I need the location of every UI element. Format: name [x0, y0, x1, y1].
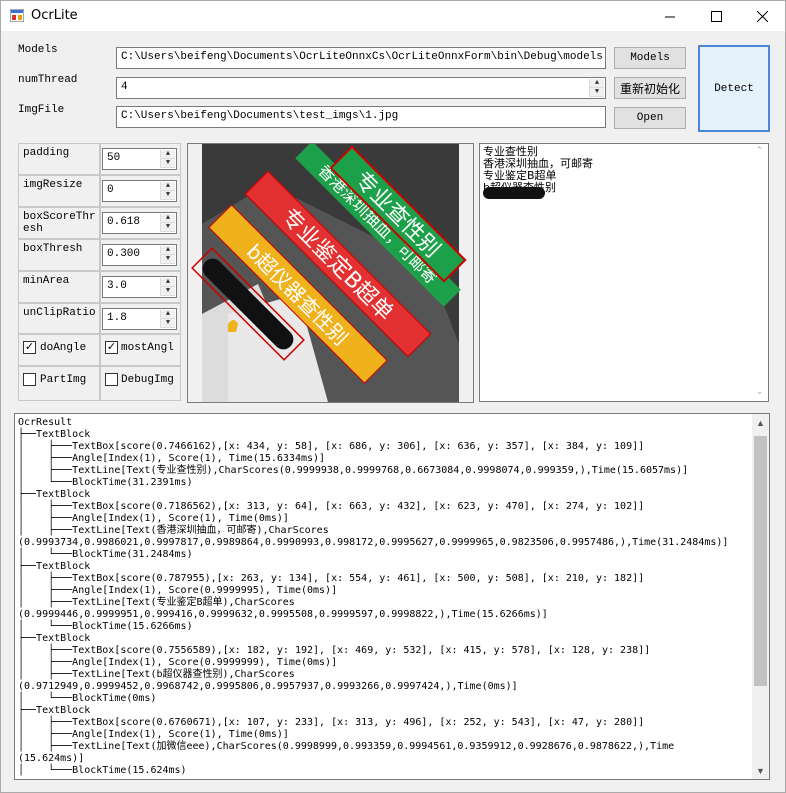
detect-button[interactable]: Detect — [698, 45, 770, 132]
minimize-icon — [664, 16, 675, 17]
param-value: 50 — [107, 152, 121, 164]
recognized-text-box[interactable]: 专业查性别 香港深圳抽血，可邮寄 专业鉴定B超单 b超仪器查性别 ⌃ ⌄ — [479, 143, 769, 402]
param-value: 0.618 — [107, 216, 141, 228]
param-spinner[interactable]: ▲ ▼ — [160, 310, 175, 328]
param-spinner[interactable]: ▲ ▼ — [160, 182, 175, 200]
check-icon: ✓ — [106, 341, 117, 353]
param-value: 0.300 — [107, 248, 141, 260]
numthread-spinner[interactable]: ▲ ▼ — [589, 79, 604, 97]
param-spinner[interactable]: ▲ ▼ — [160, 246, 175, 264]
spin-up-icon[interactable]: ▲ — [161, 214, 175, 223]
redaction-mark — [483, 187, 545, 199]
result-scrollbar[interactable]: ⌃ ⌄ — [752, 145, 767, 401]
spin-up-icon[interactable]: ▲ — [590, 79, 604, 88]
maximize-button[interactable] — [693, 1, 739, 31]
ocr-preview-image: 香港深圳抽血，可邮寄 专业查性别 专业鉴定B超单 b超仪器查性别 — [188, 141, 473, 402]
maximize-icon — [710, 10, 722, 22]
minimize-button[interactable] — [647, 1, 693, 31]
param-label: unClipRatio — [23, 307, 96, 319]
spin-up-icon[interactable]: ▲ — [161, 150, 175, 159]
spin-down-icon[interactable]: ▼ — [161, 223, 175, 232]
spin-up-icon[interactable]: ▲ — [161, 246, 175, 255]
scroll-down-icon[interactable]: ⌄ — [752, 386, 767, 401]
numthread-label: numThread — [18, 74, 78, 86]
doangle-label: doAngle — [40, 342, 87, 354]
scroll-up-icon[interactable]: ⌃ — [752, 145, 767, 160]
scroll-up-icon[interactable]: ▲ — [752, 414, 769, 431]
ocr-result-tree[interactable]: OcrResult ├──TextBlock │ ├───TextBox[sco… — [14, 413, 770, 780]
mostangle-checkbox[interactable]: ✓ — [105, 341, 118, 354]
param-label: padding — [23, 147, 70, 159]
param-value: 3.0 — [107, 280, 127, 292]
models-button[interactable]: Models — [614, 47, 686, 69]
spin-down-icon[interactable]: ▼ — [161, 287, 175, 296]
imgfile-path-field[interactable]: C:\Users\beifeng\Documents\test_imgs\1.j… — [116, 106, 606, 128]
mostangle-label: mostAngl — [121, 342, 174, 354]
reinit-button[interactable]: 重新初始化 — [614, 77, 686, 99]
debugimg-label: DebugImg — [121, 374, 174, 386]
partimg-label: PartImg — [40, 374, 87, 386]
doangle-checkbox[interactable]: ✓ — [23, 341, 36, 354]
spin-down-icon[interactable]: ▼ — [161, 319, 175, 328]
param-label: boxThresh — [23, 243, 83, 255]
window-title: OcrLite — [31, 8, 78, 23]
param-value: 1.8 — [107, 312, 127, 324]
spin-up-icon[interactable]: ▲ — [161, 310, 175, 319]
param-numeric-input[interactable]: 0.300 ▲ ▼ — [102, 244, 177, 266]
numthread-field[interactable]: 4 ▲ ▼ — [116, 77, 606, 99]
param-numeric-input[interactable]: 0.618 ▲ ▼ — [102, 212, 177, 234]
scroll-thumb[interactable] — [754, 436, 767, 686]
param-numeric-input[interactable]: 0 ▲ ▼ — [102, 180, 177, 202]
param-numeric-input[interactable]: 1.8 ▲ ▼ — [102, 308, 177, 330]
param-numeric-input[interactable]: 3.0 ▲ ▼ — [102, 276, 177, 298]
imgfile-label: ImgFile — [18, 104, 65, 116]
app-window-icon — [10, 9, 24, 22]
image-preview-box[interactable]: 香港深圳抽血，可邮寄 专业查性别 专业鉴定B超单 b超仪器查性别 — [187, 141, 474, 403]
debugimg-checkbox[interactable] — [105, 373, 118, 386]
check-icon: ✓ — [24, 341, 35, 353]
models-label: Models — [18, 44, 58, 56]
tree-scrollbar[interactable]: ▲ ▼ — [752, 414, 769, 779]
param-value: 0 — [107, 184, 114, 196]
param-label: boxScoreThresh — [23, 211, 96, 235]
param-label: imgResize — [23, 179, 83, 191]
spin-down-icon[interactable]: ▼ — [161, 255, 175, 264]
spin-down-icon[interactable]: ▼ — [161, 159, 175, 168]
spin-up-icon[interactable]: ▲ — [161, 182, 175, 191]
title-bar[interactable]: OcrLite — [1, 1, 785, 31]
param-numeric-input[interactable]: 50 ▲ ▼ — [102, 148, 177, 170]
open-button[interactable]: Open — [614, 107, 686, 129]
param-spinner[interactable]: ▲ ▼ — [160, 278, 175, 296]
param-spinner[interactable]: ▲ ▼ — [160, 150, 175, 168]
partimg-checkbox[interactable] — [23, 373, 36, 386]
ocr-result-text: OcrResult ├──TextBlock │ ├───TextBox[sco… — [18, 417, 729, 776]
numthread-value: 4 — [121, 81, 128, 93]
param-label: minArea — [23, 275, 70, 287]
spin-down-icon[interactable]: ▼ — [161, 191, 175, 200]
scroll-down-icon[interactable]: ▼ — [752, 762, 769, 779]
close-icon — [756, 10, 768, 22]
app-window: OcrLite Models C:\Users\beifeng\Document… — [0, 0, 786, 793]
close-button[interactable] — [739, 1, 785, 31]
spin-up-icon[interactable]: ▲ — [161, 278, 175, 287]
spin-down-icon[interactable]: ▼ — [590, 88, 604, 97]
param-spinner[interactable]: ▲ ▼ — [160, 214, 175, 232]
models-path-field[interactable]: C:\Users\beifeng\Documents\OcrLiteOnnxCs… — [116, 47, 606, 69]
